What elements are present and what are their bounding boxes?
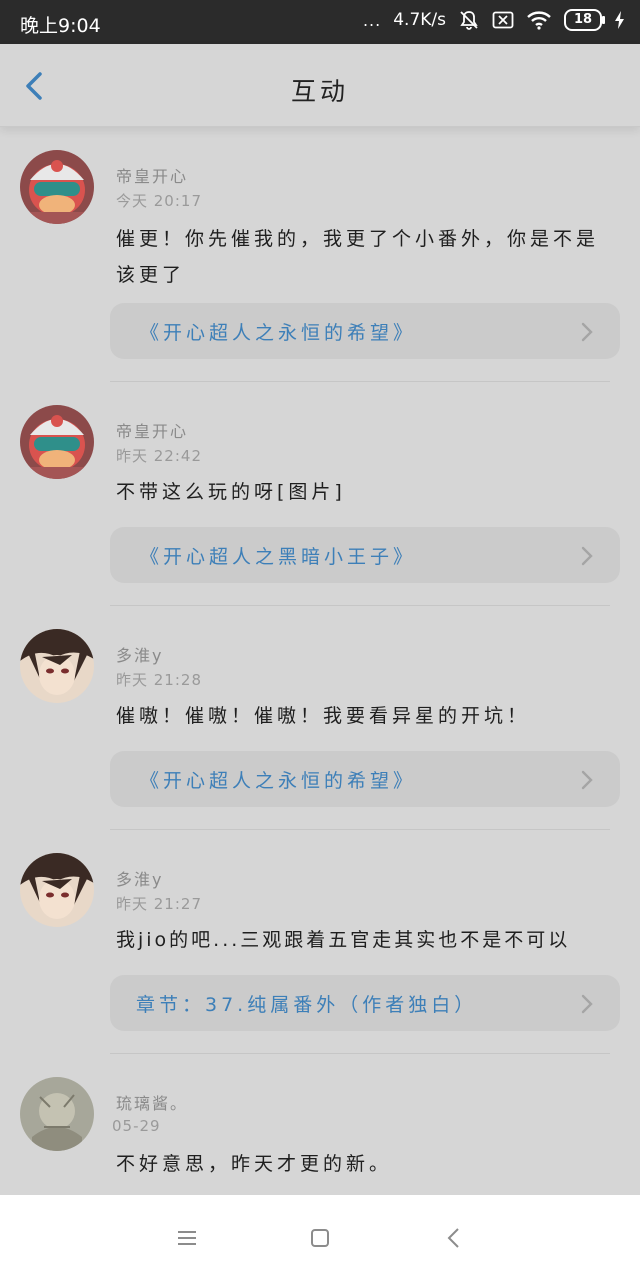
home-button[interactable]: [305, 1223, 335, 1253]
divider: [110, 381, 610, 382]
battery-level: 18: [573, 12, 593, 27]
system-back-button[interactable]: [440, 1223, 470, 1253]
system-nav-bar: [0, 1195, 640, 1280]
work-link-card[interactable]: 《开心超人之永恒的希望》: [110, 751, 620, 807]
chevron-right-icon: [581, 994, 593, 1014]
notification-dots: ...: [362, 10, 382, 30]
list-item[interactable]: 帝皇开心 昨天 22:42 不带这么玩的呀[图片] 《开心超人之黑暗小王子》: [0, 383, 640, 607]
mute-bell-icon: [458, 9, 480, 31]
username[interactable]: 帝皇开心: [116, 163, 188, 187]
work-link-card[interactable]: 《开心超人之永恒的希望》: [110, 303, 620, 359]
network-speed: 4.7K/s: [393, 10, 446, 30]
page-title: 互动: [290, 77, 349, 106]
app-header: 互动: [0, 44, 640, 127]
divider: [110, 829, 610, 830]
chevron-right-icon: [581, 770, 593, 790]
comment-text: 催嗷！催嗷！催嗷！我要看异星的开坑！: [116, 705, 531, 727]
list-item[interactable]: 琉璃酱。 05-29 不好意思，昨天才更的新。: [0, 1055, 640, 1195]
battery-icon: 18: [564, 9, 605, 31]
timestamp: 昨天 22:42: [116, 447, 202, 465]
status-bar: 晚上9:04 ... 4.7K/s 18: [0, 0, 640, 44]
interaction-list[interactable]: 帝皇开心 今天 20:17 催更！你先催我的，我更了个小番外，你是不是该更了 《…: [0, 127, 640, 1195]
timestamp: 今天 20:17: [116, 192, 202, 210]
wifi-icon: [526, 10, 552, 30]
work-link-text: 《开心超人之永恒的希望》: [140, 770, 417, 792]
comment-text: 不带这么玩的呀[图片]: [116, 481, 346, 503]
username[interactable]: 多淮y: [116, 642, 163, 666]
status-time: 晚上9:04: [20, 15, 101, 37]
comment-text: 我jio的吧...三观跟着五官走其实也不是不可以: [116, 929, 571, 951]
timestamp: 昨天 21:27: [116, 895, 202, 913]
work-link-card[interactable]: 《开心超人之黑暗小王子》: [110, 527, 620, 583]
avatar[interactable]: [20, 1077, 94, 1151]
timestamp: 昨天 21:28: [116, 671, 202, 689]
comment-text: 不好意思，昨天才更的新。: [116, 1153, 393, 1175]
work-link-text: 《开心超人之黑暗小王子》: [140, 546, 417, 568]
avatar[interactable]: [20, 405, 94, 479]
charging-icon: [614, 10, 626, 30]
back-triangle-icon: [447, 1228, 459, 1248]
list-item[interactable]: 多淮y 昨天 21:27 我jio的吧...三观跟着五官走其实也不是不可以 章节…: [0, 831, 640, 1055]
comment-text: 催更！你先催我的，我更了个小番外，你是不是该更了: [116, 228, 600, 286]
avatar[interactable]: [20, 853, 94, 927]
avatar[interactable]: [20, 629, 94, 703]
avatar[interactable]: [20, 150, 94, 224]
menu-icon: [178, 1231, 196, 1245]
timestamp: 05-29: [112, 1117, 161, 1135]
username[interactable]: 帝皇开心: [116, 418, 188, 442]
chapter-link-text: 章节：37.纯属番外（作者独白）: [136, 994, 478, 1016]
chapter-link-card[interactable]: 章节：37.纯属番外（作者独白）: [110, 975, 620, 1031]
divider: [110, 1053, 610, 1054]
menu-button[interactable]: [172, 1223, 202, 1253]
username[interactable]: 琉璃酱。: [116, 1090, 188, 1114]
username[interactable]: 多淮y: [116, 866, 163, 890]
chevron-right-icon: [581, 322, 593, 342]
chevron-right-icon: [581, 546, 593, 566]
divider: [110, 605, 610, 606]
list-item[interactable]: 多淮y 昨天 21:28 催嗷！催嗷！催嗷！我要看异星的开坑！ 《开心超人之永恒…: [0, 607, 640, 831]
status-icons: ... 4.7K/s 18: [363, 9, 626, 31]
home-square-icon: [311, 1229, 329, 1247]
sim-error-icon: [492, 10, 514, 30]
list-item[interactable]: 帝皇开心 今天 20:17 催更！你先催我的，我更了个小番外，你是不是该更了 《…: [0, 127, 640, 383]
work-link-text: 《开心超人之永恒的希望》: [140, 322, 417, 344]
